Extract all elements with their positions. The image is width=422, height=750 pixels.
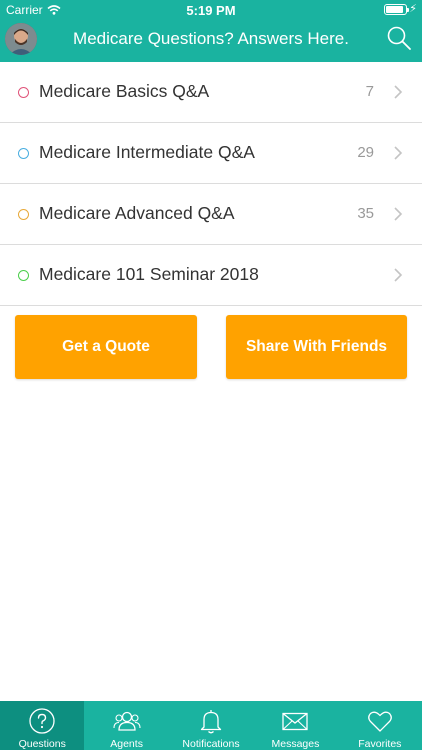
- charging-bolt-icon: ⚡: [409, 3, 417, 15]
- tab-label: Notifications: [182, 738, 240, 750]
- list-item-basics[interactable]: Medicare Basics Q&A 7: [0, 62, 422, 123]
- get-a-quote-button[interactable]: Get a Quote: [15, 315, 197, 379]
- tab-bar: Questions Agents Notifications Messages: [0, 701, 422, 750]
- tab-label: Messages: [271, 738, 320, 750]
- status-dot: [18, 87, 29, 98]
- battery-indicator: ⚡: [384, 4, 417, 15]
- status-dot: [18, 148, 29, 159]
- question-count: 7: [365, 83, 374, 100]
- clock: 5:19 PM: [186, 3, 236, 18]
- avatar-image: [5, 23, 37, 55]
- tab-label: Favorites: [358, 738, 402, 750]
- tab-label: Questions: [18, 738, 66, 750]
- header: Carrier 5:19 PM ⚡ Medicare Questions? An…: [0, 0, 422, 62]
- status-dot: [18, 209, 29, 220]
- battery-fill: [386, 6, 404, 13]
- heart-icon: [367, 711, 392, 732]
- tab-messages[interactable]: Messages: [253, 701, 337, 750]
- question-count: 35: [357, 205, 374, 222]
- tab-questions[interactable]: Questions: [0, 701, 85, 750]
- tab-notifications[interactable]: Notifications: [169, 701, 253, 750]
- chevron-right-icon: [394, 268, 403, 282]
- envelope-icon: [282, 712, 309, 731]
- list-item-label: Medicare Advanced Q&A: [39, 203, 235, 223]
- search-icon: [387, 26, 411, 50]
- list-item-advanced[interactable]: Medicare Advanced Q&A 35: [0, 184, 422, 245]
- bell-icon: [200, 710, 222, 734]
- list-item-label: Medicare Intermediate Q&A: [39, 142, 255, 162]
- question-circle-icon: [29, 708, 55, 734]
- avatar[interactable]: [5, 23, 37, 55]
- nav-bar: Medicare Questions? Answers Here.: [0, 20, 422, 62]
- people-icon: [113, 711, 141, 731]
- list-item-label: Medicare 101 Seminar 2018: [39, 264, 259, 284]
- list-item-seminar[interactable]: Medicare 101 Seminar 2018: [0, 245, 422, 306]
- tab-label: Agents: [110, 738, 143, 750]
- chevron-right-icon: [394, 207, 403, 221]
- question-count: 29: [357, 144, 374, 161]
- search-button[interactable]: [386, 25, 412, 51]
- tab-agents[interactable]: Agents: [84, 701, 168, 750]
- status-bar: Carrier 5:19 PM ⚡: [0, 0, 422, 20]
- list-item-intermediate[interactable]: Medicare Intermediate Q&A 29: [0, 123, 422, 184]
- battery-icon: [384, 4, 410, 15]
- page-title: Medicare Questions? Answers Here.: [73, 29, 349, 48]
- status-dot: [18, 270, 29, 281]
- share-with-friends-button[interactable]: Share With Friends: [226, 315, 407, 379]
- chevron-right-icon: [394, 146, 403, 160]
- tab-favorites[interactable]: Favorites: [338, 701, 422, 750]
- chevron-right-icon: [394, 85, 403, 99]
- list-item-label: Medicare Basics Q&A: [39, 81, 210, 101]
- category-list: Medicare Basics Q&A 7 Medicare Intermedi…: [0, 62, 422, 306]
